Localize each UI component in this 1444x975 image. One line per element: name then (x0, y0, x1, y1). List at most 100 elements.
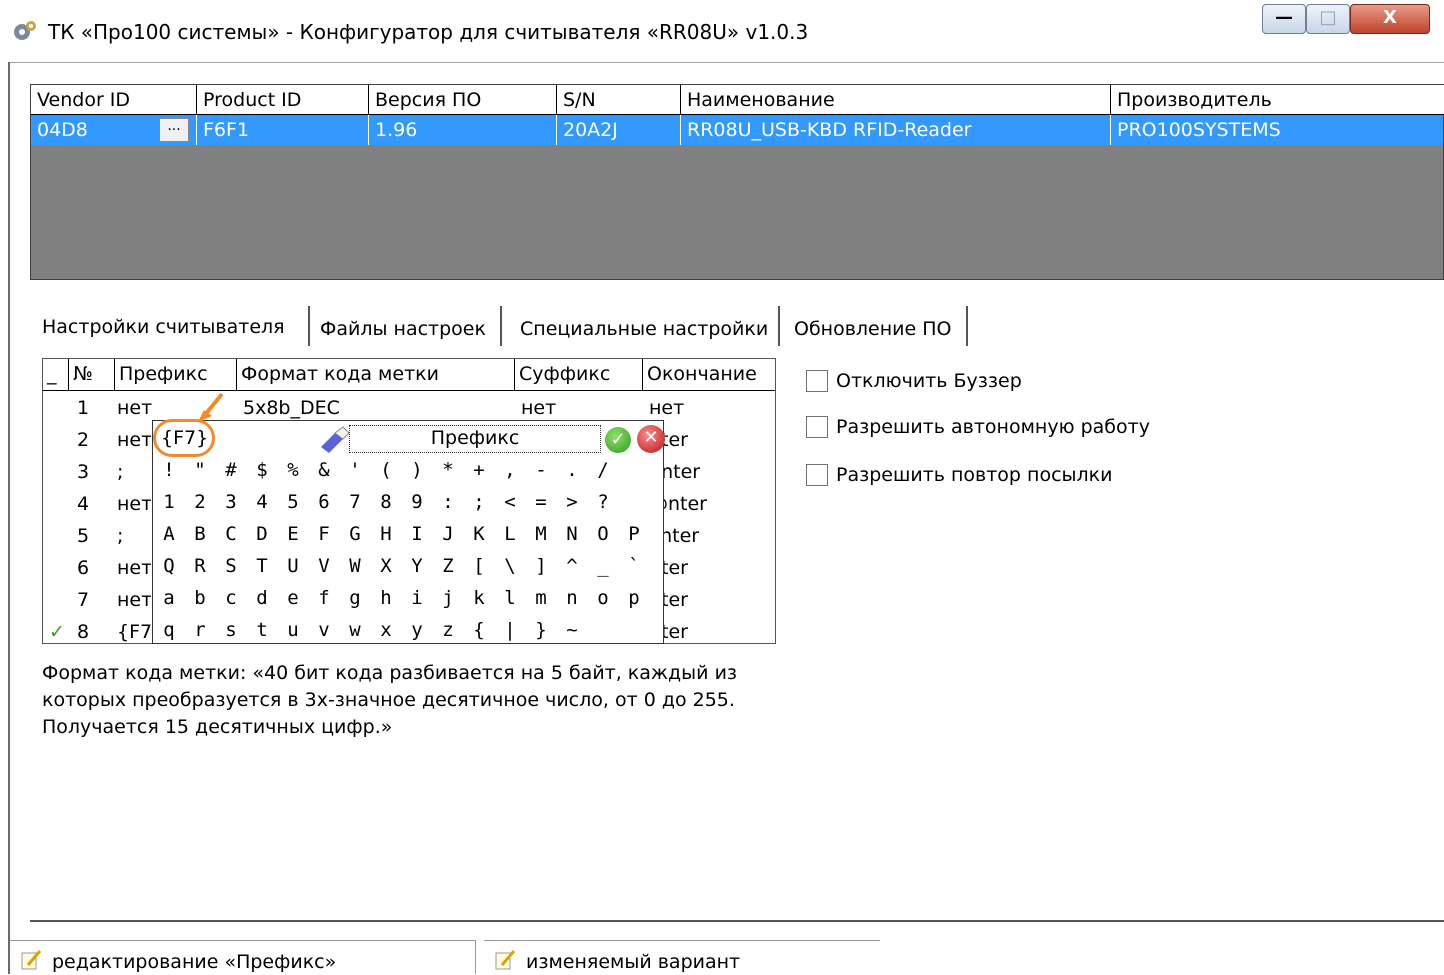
char-key[interactable]: z (434, 619, 462, 641)
row-prefix[interactable]: ; (117, 521, 151, 553)
char-key[interactable]: ? (589, 491, 617, 513)
char-key[interactable]: \ (496, 555, 524, 577)
col-header-vendor-id[interactable]: Vendor ID (31, 85, 197, 115)
device-cell-version[interactable]: 1.96 (369, 115, 557, 145)
repeat-send-checkbox[interactable] (806, 464, 828, 486)
char-key[interactable]: T (248, 555, 276, 577)
char-key[interactable]: p (620, 587, 648, 609)
char-key[interactable]: ( (372, 459, 400, 481)
close-button[interactable]: X (1350, 4, 1430, 34)
char-key[interactable]: c (217, 587, 245, 609)
char-key[interactable]: g (341, 587, 369, 609)
device-cell-product-id[interactable]: F6F1 (197, 115, 369, 145)
col-header-product-id[interactable]: Product ID (197, 85, 369, 115)
char-key[interactable]: x (372, 619, 400, 641)
maximize-button[interactable]: □ (1306, 4, 1350, 34)
char-key[interactable]: a (155, 587, 183, 609)
col-header-prefix[interactable]: Префикс (115, 359, 237, 391)
eraser-icon[interactable] (317, 425, 351, 453)
char-key[interactable]: + (465, 459, 493, 481)
char-key[interactable]: f (310, 587, 338, 609)
char-key[interactable]: L (496, 523, 524, 545)
char-key[interactable]: e (279, 587, 307, 609)
char-key[interactable]: y (403, 619, 431, 641)
char-key[interactable]: Z (434, 555, 462, 577)
autonomous-mode-label[interactable]: Разрешить автономную работу (836, 416, 1150, 438)
char-key[interactable]: > (558, 491, 586, 513)
char-key[interactable]: . (558, 459, 586, 481)
char-key[interactable]: ! (155, 459, 183, 481)
char-key[interactable]: q (155, 619, 183, 641)
col-header-firmware-version[interactable]: Версия ПО (369, 85, 557, 115)
char-key[interactable]: W (341, 555, 369, 577)
vendor-ellipsis-button[interactable]: ... (159, 118, 189, 142)
row-prefix[interactable]: нет (117, 425, 151, 457)
disable-buzzer-label[interactable]: Отключить Буззер (836, 370, 1022, 392)
char-key[interactable]: 3 (217, 491, 245, 513)
autonomous-mode-checkbox[interactable] (806, 416, 828, 438)
char-key[interactable]: = (527, 491, 555, 513)
device-cell-name[interactable]: RR08U_USB-KBD RFID-Reader (681, 115, 1111, 145)
char-key[interactable]: , (496, 459, 524, 481)
char-key[interactable]: / (589, 459, 617, 481)
char-key[interactable]: N (558, 523, 586, 545)
device-cell-serial[interactable]: 20A2J (557, 115, 681, 145)
char-key[interactable]: u (279, 619, 307, 641)
char-key[interactable]: S (217, 555, 245, 577)
char-key[interactable]: U (279, 555, 307, 577)
char-key[interactable]: ] (527, 555, 555, 577)
col-header-manufacturer[interactable]: Производитель (1111, 85, 1444, 115)
char-key[interactable]: - (527, 459, 555, 481)
char-key[interactable]: ) (403, 459, 431, 481)
char-key[interactable]: w (341, 619, 369, 641)
char-key[interactable]: t (248, 619, 276, 641)
char-key[interactable]: s (217, 619, 245, 641)
char-key[interactable]: 9 (403, 491, 431, 513)
char-key[interactable]: l (496, 587, 524, 609)
col-header-ending[interactable]: Окончание (643, 359, 775, 391)
tab-settings-files[interactable]: Файлы настроек (320, 318, 486, 348)
col-header-marker[interactable]: _ (43, 359, 69, 391)
char-key[interactable]: } (527, 619, 555, 641)
row-prefix[interactable]: нет (117, 489, 151, 521)
char-key[interactable]: # (217, 459, 245, 481)
row-prefix[interactable]: нет (117, 585, 151, 617)
char-key[interactable]: R (186, 555, 214, 577)
ok-button[interactable]: ✓ (605, 427, 631, 453)
char-key[interactable]: 2 (186, 491, 214, 513)
char-key[interactable]: 1 (155, 491, 183, 513)
char-key[interactable]: 4 (248, 491, 276, 513)
char-key[interactable]: " (186, 459, 214, 481)
prefix-value[interactable]: {F7} (161, 427, 208, 449)
char-key[interactable]: b (186, 587, 214, 609)
row-prefix[interactable]: ; (117, 457, 151, 489)
char-key[interactable]: ` (620, 555, 648, 577)
char-key[interactable]: [ (465, 555, 493, 577)
char-key[interactable]: M (527, 523, 555, 545)
char-key[interactable]: k (465, 587, 493, 609)
char-key[interactable]: | (496, 619, 524, 641)
device-cell-manufacturer[interactable]: PRO100SYSTEMS (1111, 115, 1443, 145)
char-key[interactable]: n (558, 587, 586, 609)
char-key[interactable]: $ (248, 459, 276, 481)
prefix-editor-popup[interactable]: {F7} Префикс ✓ ✕ ! " # $% & '() * +, -./1 2 3 4 5 6 7 8… (152, 419, 665, 644)
row-prefix[interactable]: нет (117, 393, 152, 425)
row-prefix[interactable]: {F7 (117, 617, 151, 649)
char-key[interactable]: r (186, 619, 214, 641)
char-key[interactable]: j (434, 587, 462, 609)
char-key[interactable]: _ (589, 555, 617, 577)
char-key[interactable]: Q (155, 555, 183, 577)
repeat-send-label[interactable]: Разрешить повтор посылки (836, 464, 1113, 486)
minimize-button[interactable]: — (1262, 4, 1306, 34)
char-key[interactable]: J (434, 523, 462, 545)
char-key[interactable]: % (279, 459, 307, 481)
char-key[interactable]: ~ (558, 619, 586, 641)
char-key[interactable]: P (620, 523, 648, 545)
char-key[interactable]: F (310, 523, 338, 545)
char-key[interactable]: h (372, 587, 400, 609)
char-key[interactable]: O (589, 523, 617, 545)
char-key[interactable]: Y (403, 555, 431, 577)
col-header-suffix[interactable]: Суффикс (515, 359, 643, 391)
col-header-number[interactable]: № (69, 359, 115, 391)
char-key[interactable]: 7 (341, 491, 369, 513)
